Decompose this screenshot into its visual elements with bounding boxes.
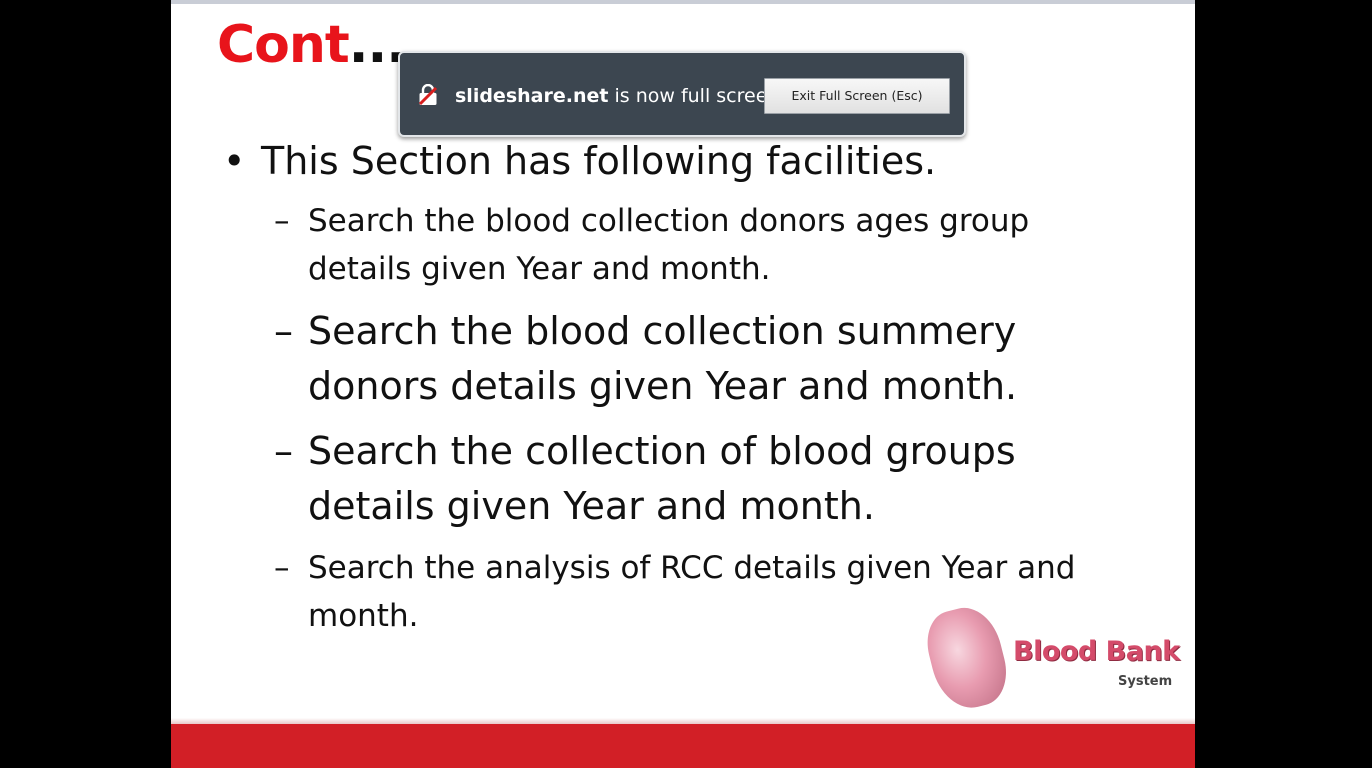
exit-fullscreen-button[interactable]: Exit Full Screen (Esc) [764, 78, 950, 114]
slide-title-text: Cont [217, 15, 350, 75]
sub-bullet-line2: details given Year and month. [308, 484, 875, 528]
sub-bullet-line2: donors details given Year and month. [308, 364, 1018, 408]
slide-top-border [171, 0, 1195, 4]
main-bullet: • This Section has following facilities. [223, 138, 936, 184]
sub-bullet-text: Search the blood collection summery donor… [308, 304, 1017, 414]
fullscreen-message-text: is now full screen [608, 85, 780, 107]
fullscreen-notification: slideshare.net is now full screen Exit F… [398, 51, 966, 137]
sub-bullet-dash: – [274, 309, 293, 353]
logo-title: Blood Bank [1013, 636, 1180, 667]
sub-bullet-dash: – [274, 429, 293, 473]
sub-bullet-dash: – [274, 550, 290, 586]
slide-title: Cont.... [217, 14, 425, 76]
sub-bullet-line1: Search the blood collection donors ages … [308, 203, 1030, 239]
bullet-dot-icon: • [223, 139, 246, 183]
main-bullet-text: This Section has following facilities. [261, 139, 937, 183]
logo-subtitle: System [1118, 674, 1173, 689]
fullscreen-site-name: slideshare.net [455, 85, 609, 107]
sub-bullet-line1: Search the analysis of RCC details given… [308, 550, 1076, 586]
blood-bank-logo: Blood Bank System [919, 598, 1180, 718]
sub-bullet-line2: details given Year and month. [308, 251, 771, 287]
sub-bullet-text: Search the blood collection donors ages … [308, 197, 1029, 293]
sub-bullet-dash: – [274, 203, 290, 239]
sub-bullet-line2: month. [308, 598, 419, 634]
footer-band [171, 724, 1195, 768]
fullscreen-message: slideshare.net is now full screen [455, 83, 779, 109]
sub-bullet-line1: Search the collection of blood groups [308, 429, 1016, 473]
sub-bullet-text: Search the collection of blood groups det… [308, 424, 1016, 534]
fullscreen-lock-icon [418, 83, 438, 106]
sub-bullet-line1: Search the blood collection summery [308, 309, 1017, 353]
blood-bag-icon [919, 600, 1015, 716]
